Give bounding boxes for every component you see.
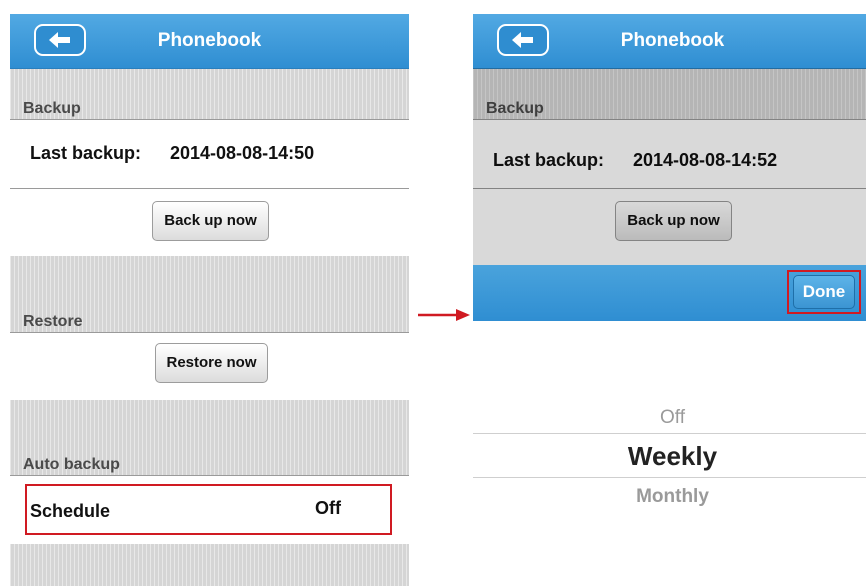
last-backup-value: 2014-08-08-14:50 <box>170 143 315 163</box>
back-up-now-button[interactable]: Back up now <box>152 201 269 241</box>
backup-button-row: Back up now <box>10 189 409 256</box>
restore-now-button[interactable]: Restore now <box>155 343 268 383</box>
bottom-section-gap <box>10 544 409 586</box>
phonebook-backup-screen: Phonebook Backup Last backup: 2014-08-08… <box>10 14 409 586</box>
arrow-left-icon <box>49 32 70 48</box>
section-label-auto-backup: Auto backup <box>23 456 120 473</box>
done-highlight-box <box>787 270 861 314</box>
picker-selection-line <box>473 433 866 434</box>
backup-section-header: Backup <box>10 69 409 120</box>
arrow-left-icon <box>512 32 533 48</box>
schedule-highlight-box <box>25 484 392 535</box>
nav-bar: Phonebook <box>10 14 409 69</box>
back-button[interactable] <box>34 24 86 56</box>
restore-button-row: Restore now <box>10 333 409 400</box>
last-backup-row: Last backup: 2014-08-08-14:50 <box>10 120 409 188</box>
picker-option-weekly[interactable]: Weekly <box>473 441 866 472</box>
back-button[interactable] <box>497 24 549 56</box>
schedule-picker[interactable]: Off Weekly Monthly <box>473 321 866 586</box>
auto-backup-section-header: Auto backup <box>10 400 409 475</box>
dimmed-overlay <box>473 68 866 265</box>
arrow-right-icon <box>418 309 470 321</box>
picker-selection-line <box>473 477 866 478</box>
last-backup-label: Last backup: <box>30 143 142 163</box>
restore-section-header: Restore <box>10 256 409 332</box>
picker-option-monthly[interactable]: Monthly <box>473 486 866 508</box>
section-label-backup: Backup <box>23 100 81 117</box>
nav-bar: Phonebook <box>473 14 866 69</box>
phonebook-schedule-picker-screen: Phonebook Backup Last backup: 2014-08-08… <box>473 14 866 586</box>
picker-option-off[interactable]: Off <box>473 407 866 429</box>
section-label-restore: Restore <box>23 313 83 330</box>
